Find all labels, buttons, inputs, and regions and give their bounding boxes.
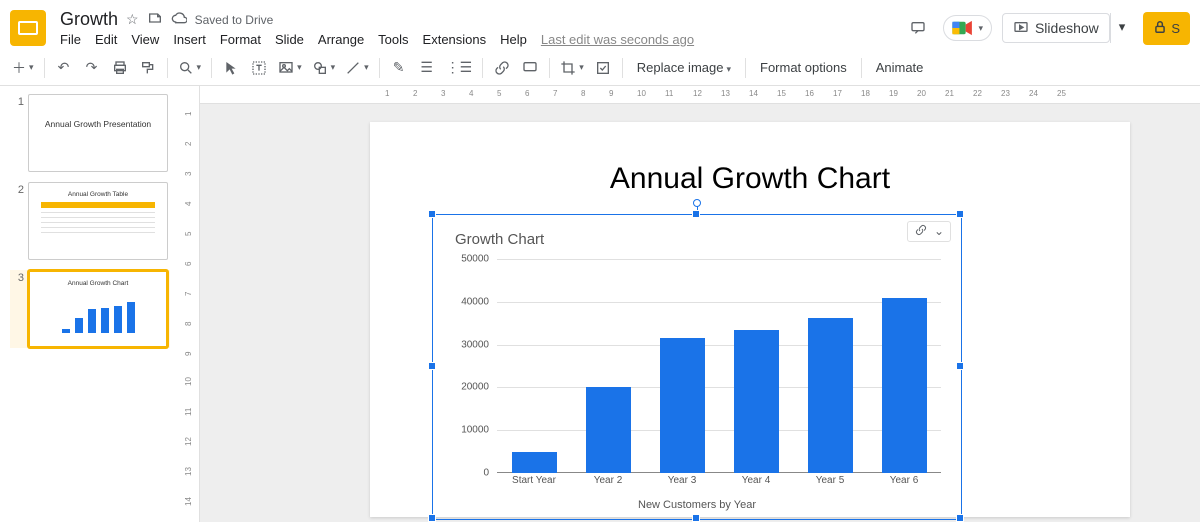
thumb-title: Annual Growth Chart	[68, 280, 129, 287]
save-status: Saved to Drive	[195, 13, 274, 27]
new-slide-button[interactable]: ＋	[8, 55, 38, 81]
menu-slide[interactable]: Slide	[275, 32, 304, 47]
slideshow-label: Slideshow	[1035, 20, 1099, 36]
document-title[interactable]: Growth	[60, 9, 118, 30]
slides-logo[interactable]	[10, 10, 46, 46]
replace-image-button[interactable]: Replace image	[629, 60, 739, 75]
highlighter-tool[interactable]: ✎	[386, 55, 412, 81]
line-tool[interactable]	[341, 55, 373, 81]
mask-button[interactable]	[590, 55, 616, 81]
slide-title[interactable]: Annual Growth Chart	[370, 162, 1130, 196]
chart-title: Growth Chart	[455, 231, 939, 248]
meet-button[interactable]: ▾	[943, 15, 992, 41]
move-icon[interactable]	[147, 10, 163, 29]
undo-button[interactable]: ↶	[51, 55, 77, 81]
chart-bar	[660, 338, 705, 473]
text-box-tool[interactable]	[246, 55, 272, 81]
shape-tool[interactable]	[308, 55, 340, 81]
chart-bar	[734, 330, 779, 473]
slide-number: 1	[10, 94, 24, 172]
menu-bar: File Edit View Insert Format Slide Arran…	[60, 32, 694, 47]
redo-button[interactable]: ↷	[79, 55, 105, 81]
chart-y-axis: 01000020000300004000050000	[455, 259, 493, 473]
chart-bar	[882, 298, 927, 473]
slide-number: 2	[10, 182, 24, 260]
chart-plot-area	[497, 259, 941, 473]
share-button[interactable]: S	[1143, 12, 1190, 45]
menu-view[interactable]: View	[131, 32, 159, 47]
vertical-ruler: 1234567891011121314	[180, 86, 200, 522]
canvas-area[interactable]: Annual Growth Chart	[200, 104, 1200, 522]
slide-thumb-3[interactable]: Annual Growth Chart	[28, 270, 168, 348]
chart-object[interactable]: ⌄ Growth Chart 0100002000030000400005000…	[432, 214, 962, 520]
chart-bar	[586, 387, 631, 473]
comments-button[interactable]	[903, 13, 933, 43]
filmstrip[interactable]: 1 Annual Growth Presentation 2 Annual Gr…	[0, 86, 180, 522]
format-options-button[interactable]: Format options	[752, 60, 855, 75]
chart-bar	[512, 452, 557, 473]
chart-bar	[808, 318, 853, 473]
menu-help[interactable]: Help	[500, 32, 527, 47]
rotate-handle[interactable]	[693, 199, 701, 207]
thumb-title: Annual Growth Table	[68, 191, 128, 198]
list-tool[interactable]: ☰	[414, 55, 440, 81]
linked-chart-controls[interactable]: ⌄	[907, 221, 951, 242]
share-label: S	[1171, 21, 1180, 36]
menu-file[interactable]: File	[60, 32, 81, 47]
menu-format[interactable]: Format	[220, 32, 261, 47]
bulleted-list-tool[interactable]: ⋮☰	[442, 55, 477, 81]
select-tool[interactable]	[218, 55, 244, 81]
animate-button[interactable]: Animate	[868, 60, 932, 75]
zoom-button[interactable]	[174, 55, 206, 81]
comment-button[interactable]	[517, 55, 543, 81]
chevron-down-icon: ▾	[978, 23, 983, 34]
crop-button[interactable]	[556, 55, 588, 81]
menu-edit[interactable]: Edit	[95, 32, 117, 47]
chart-x-labels: Start YearYear 2Year 3Year 4Year 5Year 6	[497, 475, 941, 491]
slide-canvas[interactable]: Annual Growth Chart	[370, 122, 1130, 517]
toolbar: ＋ ↶ ↷ ✎ ☰ ⋮☰ Replace image For	[0, 50, 1200, 86]
slide-number: 3	[10, 270, 24, 348]
menu-extensions[interactable]: Extensions	[423, 32, 487, 47]
lock-icon	[1153, 20, 1167, 37]
slideshow-dropdown[interactable]: ▾	[1110, 13, 1134, 43]
link-icon[interactable]	[914, 224, 928, 239]
cloud-saved-icon[interactable]	[171, 10, 187, 29]
last-edit-link[interactable]: Last edit was seconds ago	[541, 32, 694, 47]
slideshow-button[interactable]: Slideshow	[1002, 13, 1110, 43]
thumb-title: Annual Growth Presentation	[45, 119, 151, 129]
slide-thumb-2[interactable]: Annual Growth Table	[28, 182, 168, 260]
slide-thumb-1[interactable]: Annual Growth Presentation	[28, 94, 168, 172]
paint-format-button[interactable]	[135, 55, 161, 81]
image-tool[interactable]	[274, 55, 306, 81]
menu-tools[interactable]: Tools	[378, 32, 408, 47]
horizontal-ruler: 1234567891011121314151617181920212223242…	[200, 86, 1200, 104]
print-button[interactable]	[107, 55, 133, 81]
link-button[interactable]	[489, 55, 515, 81]
star-icon[interactable]: ☆	[126, 11, 139, 28]
chevron-down-icon[interactable]: ⌄	[934, 224, 944, 239]
menu-arrange[interactable]: Arrange	[318, 32, 364, 47]
chart-x-axis-title: New Customers by Year	[433, 499, 961, 511]
menu-insert[interactable]: Insert	[173, 32, 206, 47]
